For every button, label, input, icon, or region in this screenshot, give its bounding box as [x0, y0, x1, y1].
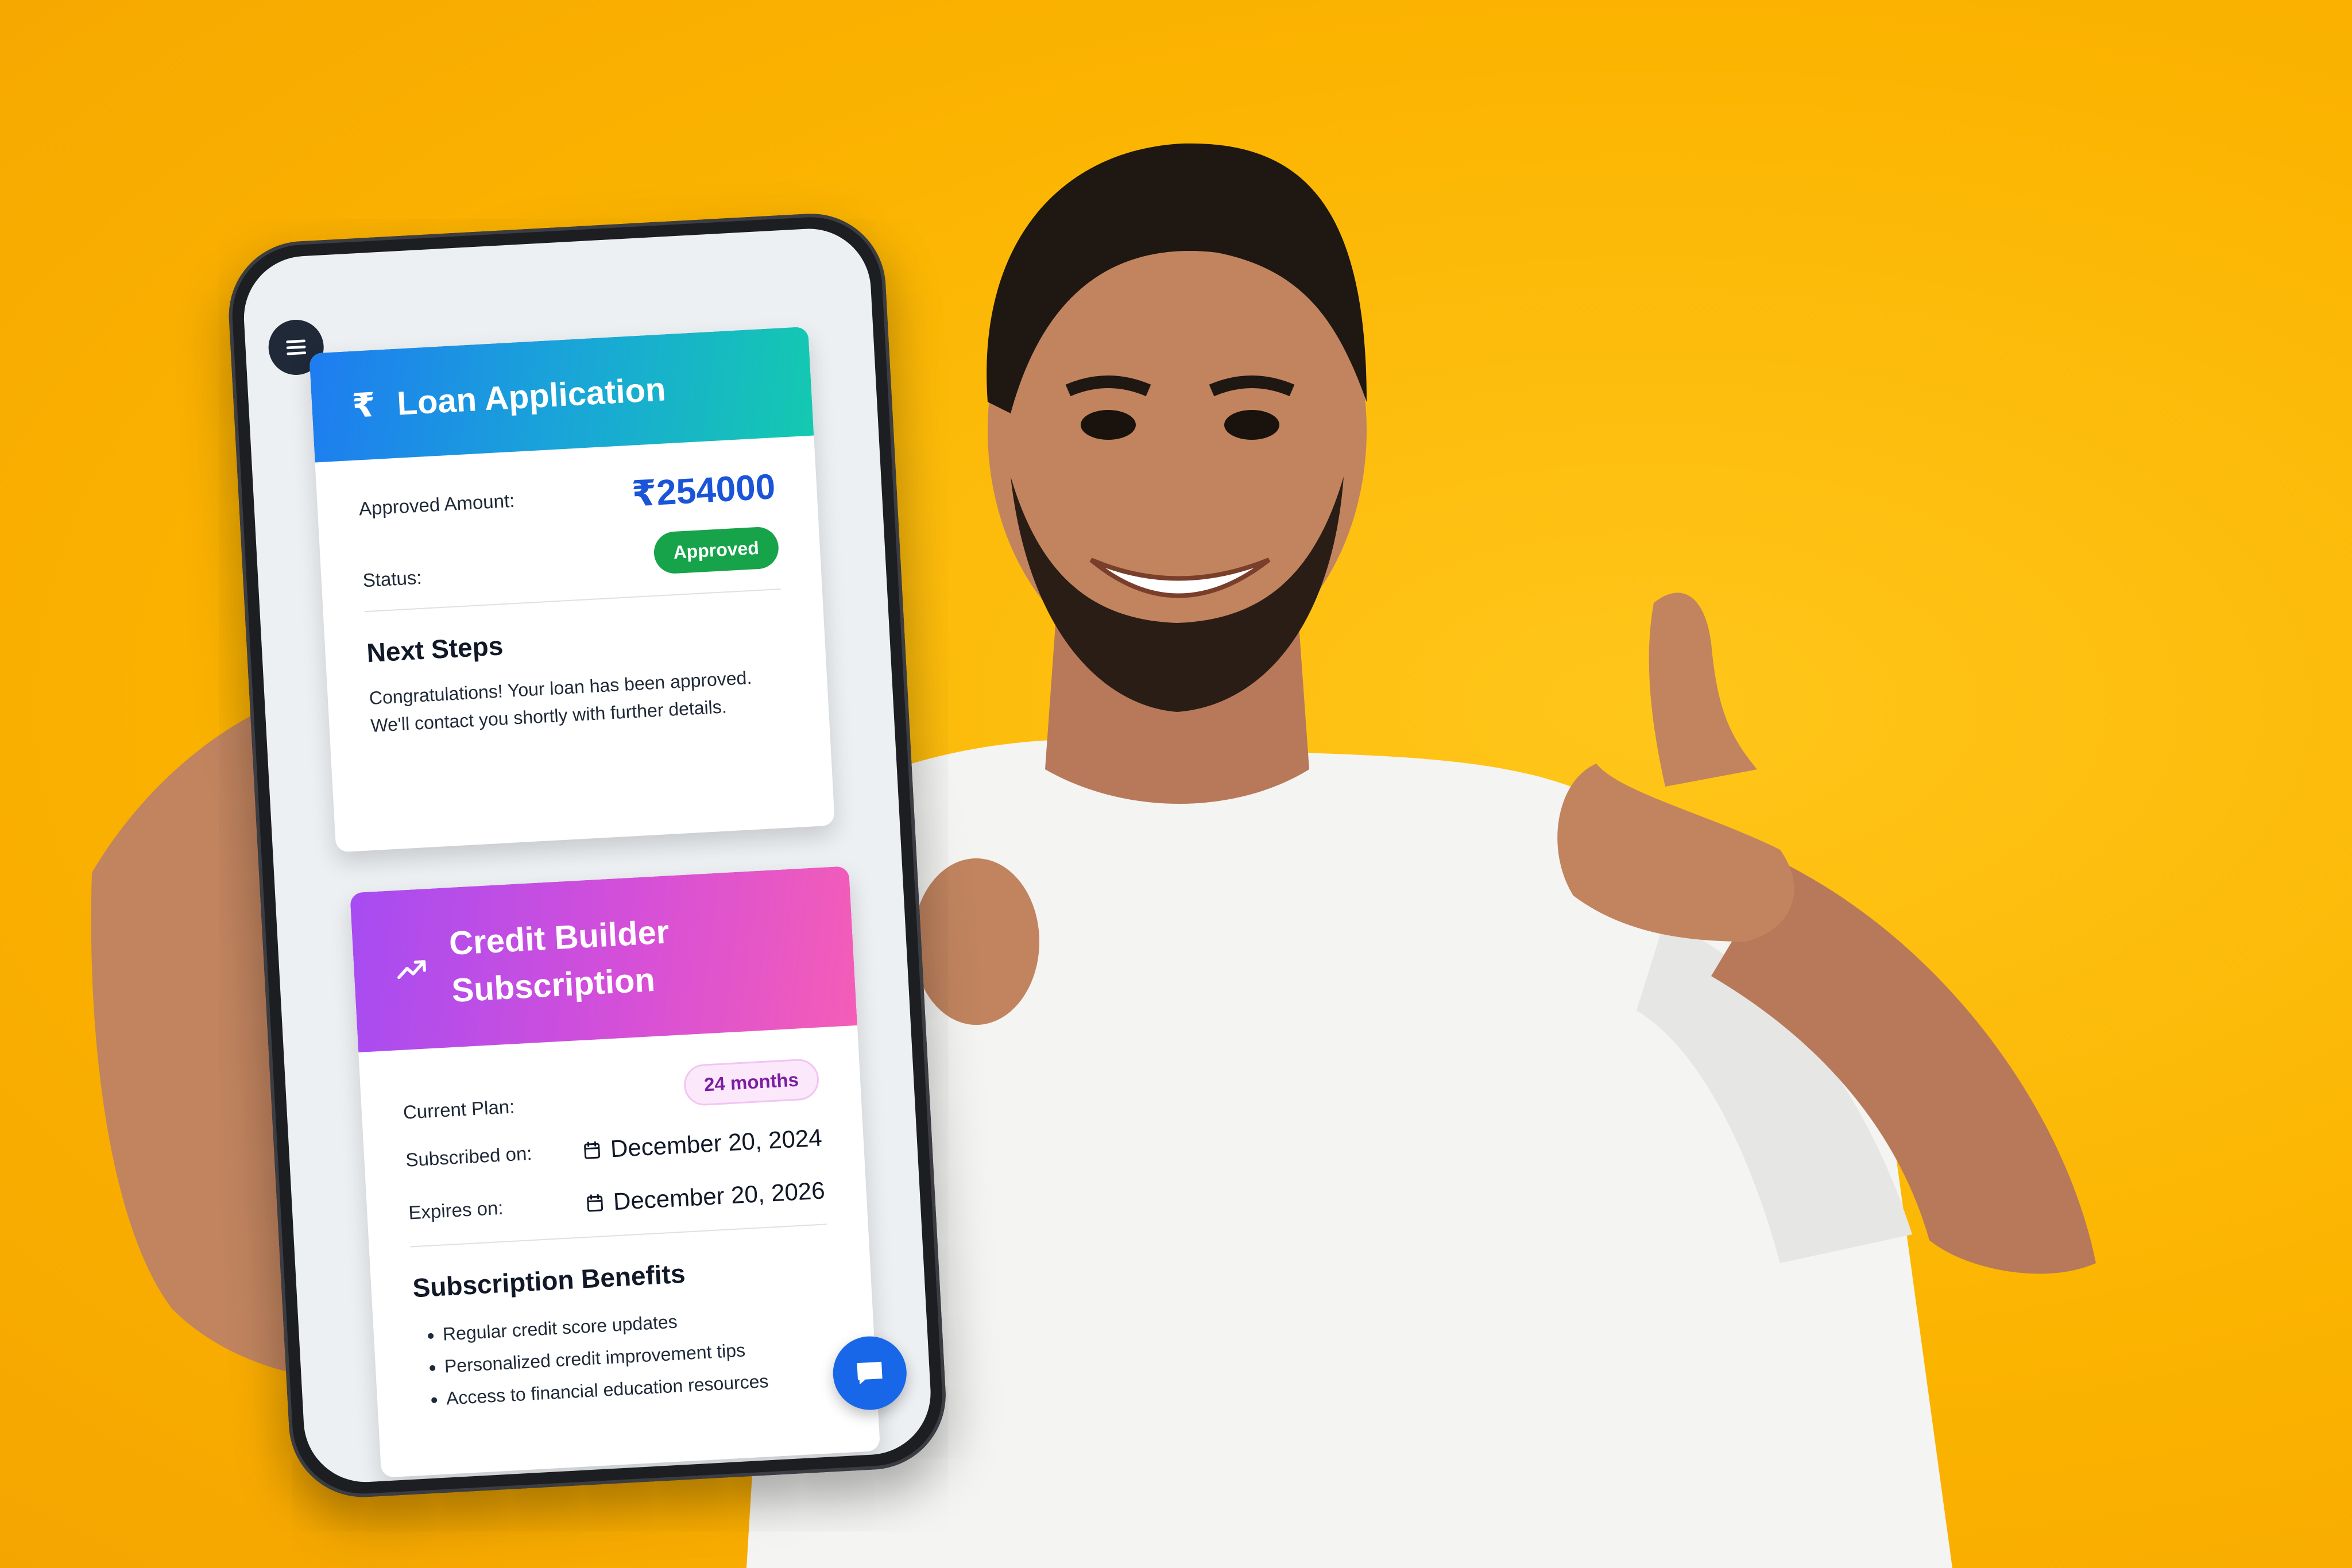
- credit-card-title: Credit Builder Subscription: [448, 913, 670, 1009]
- hamburger-icon: [286, 339, 307, 355]
- next-steps-title: Next Steps: [366, 630, 504, 668]
- benefits-title: Subscription Benefits: [412, 1258, 686, 1303]
- divider: [410, 1224, 827, 1248]
- status-badge: Approved: [652, 525, 780, 575]
- benefits-list: Regular credit score updates Personalize…: [415, 1297, 836, 1416]
- calendar-icon: [584, 1141, 601, 1159]
- expires-date-text: December 20, 2026: [612, 1176, 826, 1215]
- loan-card-title: Loan Application: [396, 370, 667, 423]
- credit-card-header: Credit Builder Subscription: [350, 866, 857, 1052]
- expires-date: December 20, 2026: [584, 1176, 826, 1217]
- chat-bubble-icon: [857, 1361, 883, 1385]
- phone: ₹ Loan Application Approved Amount: ₹254…: [225, 210, 950, 1501]
- next-steps-text: Congratulations! Your loan has been appr…: [368, 667, 753, 736]
- current-plan-label: Current Plan:: [402, 1095, 516, 1123]
- rupee-icon: ₹: [351, 386, 377, 425]
- credit-builder-card: Credit Builder Subscription Current Plan…: [350, 866, 881, 1478]
- status-label: Status:: [362, 566, 423, 591]
- approved-amount-label: Approved Amount:: [358, 489, 516, 519]
- loan-application-card: ₹ Loan Application Approved Amount: ₹254…: [309, 326, 835, 853]
- trending-up-icon: [393, 951, 430, 988]
- expires-on-label: Expires on:: [408, 1197, 504, 1224]
- divider: [364, 588, 781, 613]
- subscribed-date-text: December 20, 2024: [609, 1124, 823, 1163]
- approved-amount-value: ₹254000: [630, 467, 776, 514]
- calendar-icon: [587, 1194, 604, 1212]
- phone-screen: ₹ Loan Application Approved Amount: ₹254…: [241, 225, 934, 1485]
- plan-badge: 24 months: [683, 1058, 820, 1107]
- subscribed-on-label: Subscribed on:: [405, 1142, 533, 1171]
- subscribed-date: December 20, 2024: [581, 1124, 823, 1165]
